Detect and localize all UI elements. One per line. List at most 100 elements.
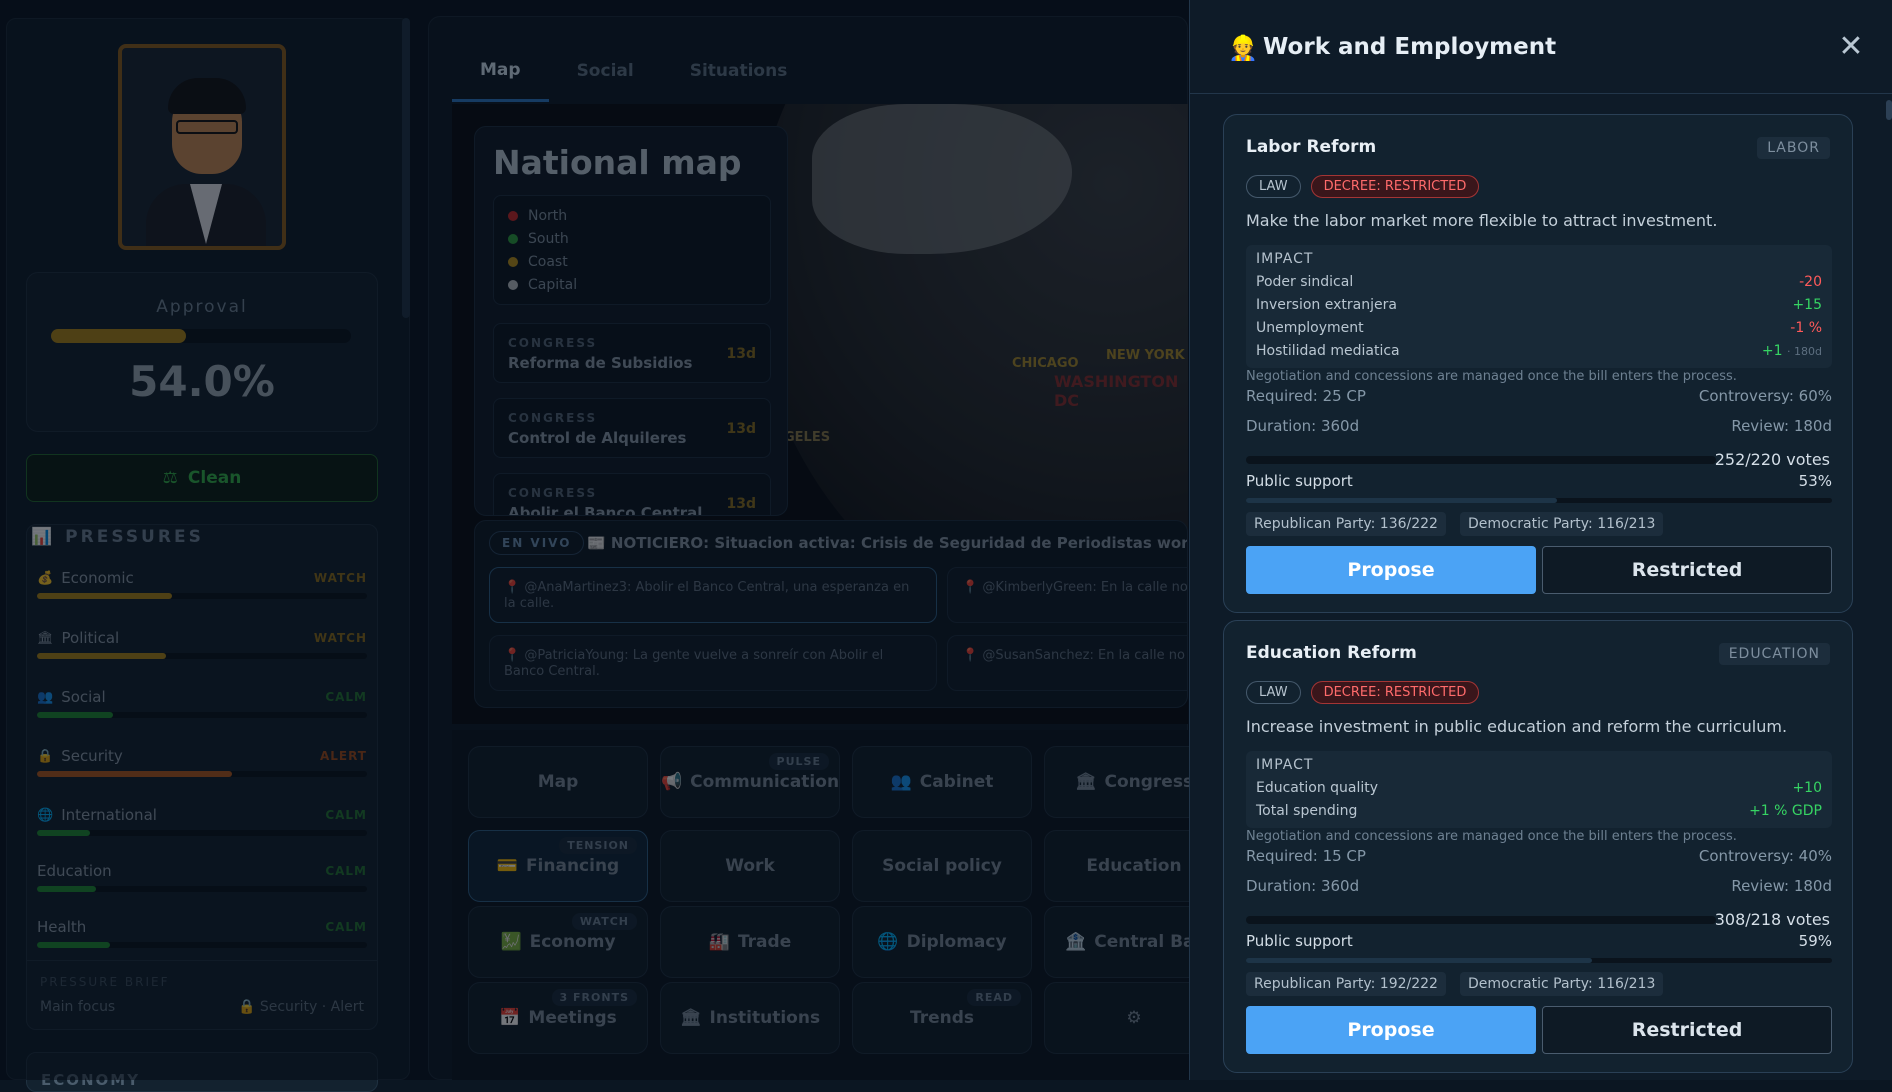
action-label: Meetings [528, 1008, 616, 1028]
pressure-icon: 💰 [37, 571, 53, 586]
legend-item: North [494, 204, 770, 227]
action-icon: 💹 [500, 932, 521, 952]
action-badge: PULSE [769, 753, 829, 770]
panel-scrollbar[interactable] [1886, 100, 1892, 120]
pressure-item-political[interactable]: 🏛Political WATCH [37, 629, 367, 659]
action-button-social-policy[interactable]: Social policy [852, 830, 1032, 902]
public-support-label: Public support [1246, 932, 1353, 950]
pressure-bar-fill [37, 712, 113, 718]
impact-title: IMPACT [1256, 757, 1822, 773]
action-label: Trends [910, 1008, 974, 1028]
tab-map[interactable]: Map [452, 40, 549, 102]
action-icon: 👥 [891, 772, 912, 792]
action-button-trends[interactable]: READ Trends [852, 982, 1032, 1054]
action-badge: READ [967, 989, 1021, 1006]
bill-kind: CONGRESS [508, 486, 597, 500]
propose-button[interactable]: Propose [1246, 1006, 1536, 1054]
pressure-status: WATCH [314, 631, 367, 645]
social-post[interactable]: 📍 @PatriciaYoung: La gente vuelve a sonr… [489, 635, 937, 691]
pin-icon: 📍 [962, 648, 978, 663]
bill-days: 13d [726, 496, 756, 512]
pressure-name: Political [62, 629, 120, 647]
action-icon: ⚙ [1126, 1008, 1141, 1028]
chart-icon: 📊 [31, 527, 55, 547]
clean-status-button[interactable]: ⚖ Clean [26, 454, 378, 502]
public-support-bar [1246, 498, 1832, 503]
pressure-bar [37, 830, 367, 836]
action-button-diplomacy[interactable]: 🌐Diplomacy [852, 906, 1032, 978]
action-icon: 🏛 [1075, 772, 1097, 792]
action-icon: 💳 [497, 856, 518, 876]
pressure-status: ALERT [320, 749, 367, 763]
social-post[interactable]: 📍 @SusanSanchez: En la calle no s Seguri… [947, 635, 1188, 691]
action-icon: 🏭 [709, 932, 730, 952]
negotiation-note: Negotiation and concessions are managed … [1246, 829, 1737, 844]
congress-bill-item[interactable]: CONGRESSAbolir el Banco Central13d [493, 473, 771, 516]
clean-label: Clean [188, 468, 241, 488]
law-description: Make the labor market more flexible to a… [1246, 211, 1717, 230]
action-label: Trade [738, 932, 791, 952]
work-employment-panel: 👷 Work and Employment ✕ Labor Reform LAB… [1189, 0, 1892, 1080]
tab-situations[interactable]: Situations [662, 40, 816, 102]
pressure-status: CALM [325, 920, 367, 934]
action-label: Communication [690, 772, 839, 792]
restricted-button[interactable]: Restricted [1542, 546, 1832, 594]
pin-icon: 📍 [504, 580, 520, 595]
action-button-cabinet[interactable]: 👥Cabinet [852, 746, 1032, 818]
bill-kind: CONGRESS [508, 411, 597, 425]
negotiation-note: Negotiation and concessions are managed … [1246, 369, 1737, 384]
action-button-trade[interactable]: 🏭 Trade [660, 906, 840, 978]
legend-dot [508, 257, 518, 267]
decree-restricted-tag: DECREE: RESTRICTED [1311, 681, 1480, 704]
pressure-item-health[interactable]: Health CALM [37, 918, 367, 948]
legend-label: South [528, 231, 569, 247]
pressure-bar [37, 771, 367, 777]
pressure-item-international[interactable]: 🌐International CALM [37, 806, 367, 836]
review: Review: 180d [1731, 877, 1832, 895]
pressure-bar-fill [37, 593, 172, 599]
impact-row: Total spending+1 % GDP [1256, 799, 1822, 822]
pressure-item-security[interactable]: 🔒Security ALERT [37, 747, 367, 777]
pressure-item-social[interactable]: 👥Social CALM [37, 688, 367, 718]
action-label: Congress [1105, 772, 1194, 792]
action-button-communication[interactable]: PULSE📢Communication [660, 746, 840, 818]
impact-row: Education quality+10 [1256, 776, 1822, 799]
restricted-button[interactable]: Restricted [1542, 1006, 1832, 1054]
action-button-institutions[interactable]: 🏛Institutions [660, 982, 840, 1054]
brief-main: Main focus [40, 999, 115, 1015]
pressure-bar-fill [37, 830, 90, 836]
pressure-item-economic[interactable]: 💰Economic WATCH [37, 569, 367, 599]
duration-row: Duration: 360dReview: 180d [1246, 417, 1832, 435]
law-title: Education Reform [1246, 643, 1417, 663]
pressure-icon: 🌐 [37, 808, 53, 823]
city-label-chicago: CHICAGO [1012, 356, 1079, 371]
action-button-economy[interactable]: WATCH💹Economy [468, 906, 648, 978]
impact-name: Education quality [1256, 780, 1378, 796]
sidebar-scrollbar[interactable] [402, 18, 410, 318]
action-button-work[interactable]: Work [660, 830, 840, 902]
legend-dot [508, 234, 518, 244]
impact-box: IMPACTPoder sindical-20Inversion extranj… [1246, 245, 1832, 368]
action-button-financing[interactable]: TENSION💳Financing [468, 830, 648, 902]
impact-value: +1 % GDP [1749, 803, 1822, 819]
news-feed: EN VIVO 📰 NOTICIERO: Situacion activa: C… [474, 520, 1188, 708]
action-button-meetings[interactable]: 3 FRONTS📅Meetings [468, 982, 648, 1054]
public-support-bar-fill [1246, 958, 1592, 963]
close-icon[interactable]: ✕ [1833, 28, 1869, 64]
social-post[interactable]: 📍 @AnaMartinez3: Abolir el Banco Central… [489, 567, 937, 623]
pressure-bar-fill [37, 771, 232, 777]
live-badge: EN VIVO [489, 531, 584, 555]
congress-bill-item[interactable]: CONGRESSControl de Alquileres13d [493, 398, 771, 458]
action-icon: 🏛 [680, 1008, 702, 1028]
congress-bill-item[interactable]: CONGRESSReforma de Subsidios13d [493, 323, 771, 383]
leader-portrait[interactable] [118, 44, 286, 250]
economy-card[interactable]: ECONOMY [26, 1052, 378, 1092]
tab-social[interactable]: Social [549, 40, 662, 102]
action-icon: 📅 [499, 1008, 520, 1028]
propose-button[interactable]: Propose [1246, 546, 1536, 594]
pressure-status: CALM [325, 864, 367, 878]
duration: Duration: 360d [1246, 877, 1359, 895]
social-post[interactable]: 📍 @KimberlyGreen: En la calle no s Segur… [947, 567, 1188, 623]
action-button-map[interactable]: Map [468, 746, 648, 818]
pressure-item-education[interactable]: Education CALM [37, 862, 367, 892]
